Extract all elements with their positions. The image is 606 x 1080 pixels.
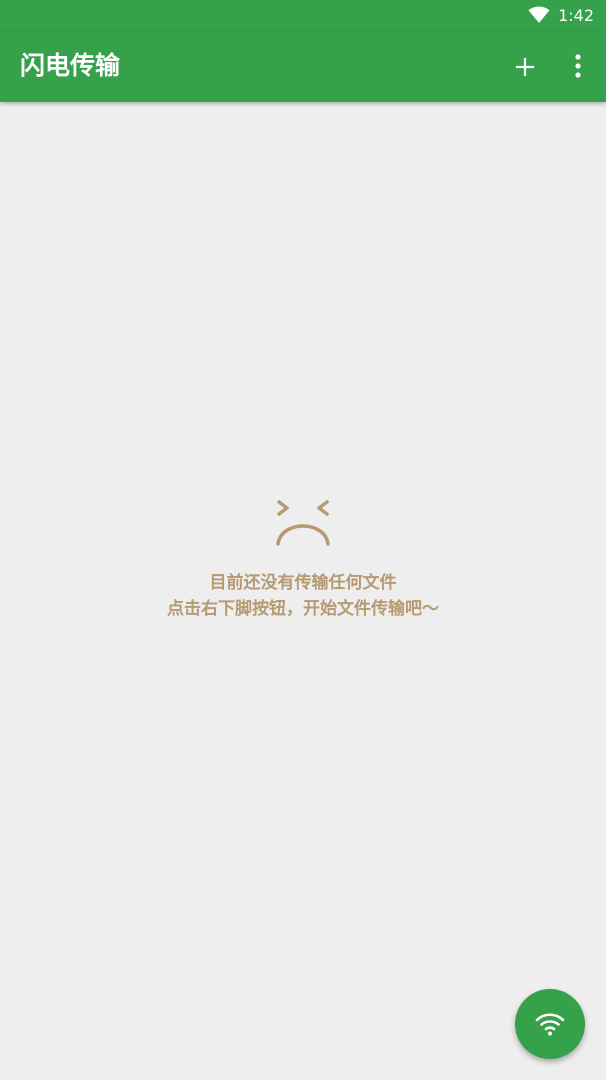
more-vert-icon (575, 54, 581, 78)
empty-message-line1: 目前还没有传输任何文件 (209, 573, 397, 593)
sad-face-icon (276, 500, 330, 546)
page-title: 闪电传输 (20, 51, 121, 80)
start-transfer-fab[interactable] (515, 989, 585, 1059)
more-options-button[interactable] (564, 50, 592, 84)
status-bar: 1:42 (0, 0, 606, 32)
add-button[interactable] (508, 50, 542, 84)
plus-icon (516, 58, 534, 76)
status-time: 1:42 (558, 6, 594, 25)
empty-state: 目前还没有传输任何文件 点击右下脚按钮，开始文件传输吧～ (0, 496, 606, 622)
empty-message-line2: 点击右下脚按钮，开始文件传输吧～ (167, 599, 439, 619)
screen: 1:42 闪电传输 目前还没有传输任何文件 点击右下脚按钮，开始文件传输吧～ (0, 0, 606, 1080)
app-bar: 闪电传输 (0, 32, 606, 102)
wifi-icon (535, 1013, 565, 1036)
wifi-icon (528, 6, 550, 23)
